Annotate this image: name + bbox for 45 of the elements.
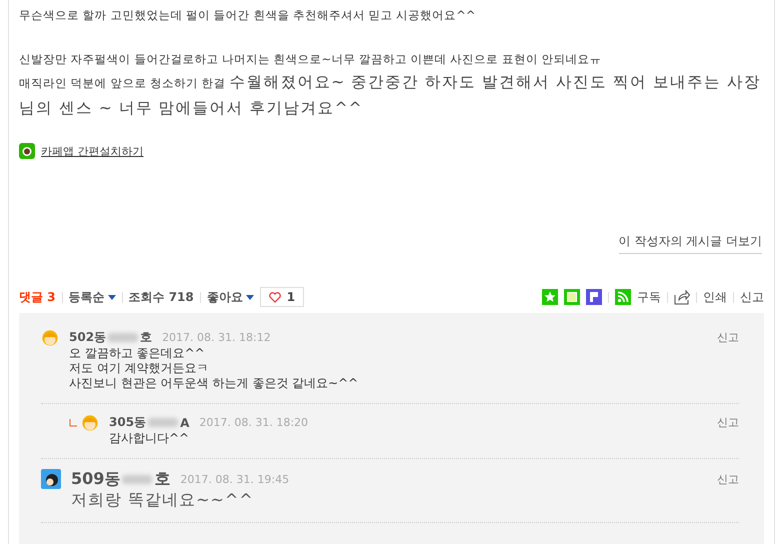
comment-author[interactable]: 호 [154, 469, 170, 490]
like-dropdown[interactable]: 좋아요 [206, 288, 254, 306]
rss-icon[interactable] [615, 289, 631, 305]
app-install-link[interactable]: 카페앱 간편설치하기 [41, 144, 144, 158]
comment-date: 2017. 08. 31. 18:20 [199, 416, 308, 429]
avatar-icon [81, 414, 99, 432]
comment-text: 감사합니다^^ [109, 431, 190, 446]
redaction-mark [108, 333, 138, 342]
view-count: 조회수 718 [128, 288, 194, 306]
subscribe-button[interactable]: 구독 [637, 288, 661, 306]
comment-date: 2017. 08. 31. 18:12 [162, 331, 271, 344]
app-icon [19, 143, 35, 159]
comment-text: 사진보니 현관은 어두운색 하는게 좋은것 같네요~^^ [69, 376, 360, 391]
print-button[interactable]: 인쇄 [703, 288, 727, 306]
comment-text: 저희랑 똑같네요~~^^ [71, 490, 255, 510]
caret-icon [246, 294, 254, 300]
more-posts-link[interactable]: 이 작성자의 게시글 더보기 [618, 233, 762, 254]
comment-text: 오 깔끔하고 좋은데요^^ [69, 346, 206, 361]
heart-icon [268, 292, 281, 302]
report-link[interactable]: 신고 [717, 415, 739, 430]
comment-author[interactable]: 509동 [71, 469, 120, 490]
report-link[interactable]: 신고 [717, 472, 739, 487]
comment-author[interactable]: 502동 [69, 329, 106, 346]
comment-author[interactable]: 305동 [109, 414, 146, 431]
like-button[interactable]: 1 [260, 287, 304, 307]
post-paragraph: 무슨색으로 할까 고민했었는데 펄이 들어간 흰색을 추천해주셔서 믿고 시공했어요^^ [19, 7, 477, 24]
comment-author[interactable]: 호 [140, 329, 152, 346]
caret-icon [108, 294, 116, 300]
report-link[interactable]: 신고 [717, 330, 739, 345]
comment-count: 댓글 3 [19, 288, 56, 306]
blog-icon[interactable] [586, 289, 602, 305]
post-paragraph: 신발장만 자주펄색이 들어간걸로하고 나머지는 흰색으로~너무 깔끔하고 이쁜데 사진으로 표현이 안되네요ㅠ [19, 51, 603, 68]
star-icon[interactable] [542, 289, 558, 305]
redaction-mark [122, 475, 152, 484]
memo-icon[interactable] [564, 289, 580, 305]
sort-dropdown[interactable]: 등록순 [68, 288, 116, 306]
post-paragraph: 매직라인 덕분에 앞으로 청소하기 한결 수월해졌어요~ 중간중간 하자도 발견해서 사진도 찍어 보내주는 사장님의 센스 ~ 너무 맘에들어서 후기남겨요^^ [19, 72, 762, 119]
avatar-icon [41, 329, 59, 347]
comment-author[interactable]: A [180, 416, 190, 430]
report-button[interactable]: 신고 [740, 288, 764, 306]
comment-text: 저도 여기 계약했거든요ㅋ [69, 361, 210, 376]
redaction-mark [148, 418, 178, 427]
share-icon[interactable] [674, 289, 690, 305]
avatar-icon [41, 469, 61, 489]
comment-date: 2017. 08. 31. 19:45 [180, 473, 290, 486]
